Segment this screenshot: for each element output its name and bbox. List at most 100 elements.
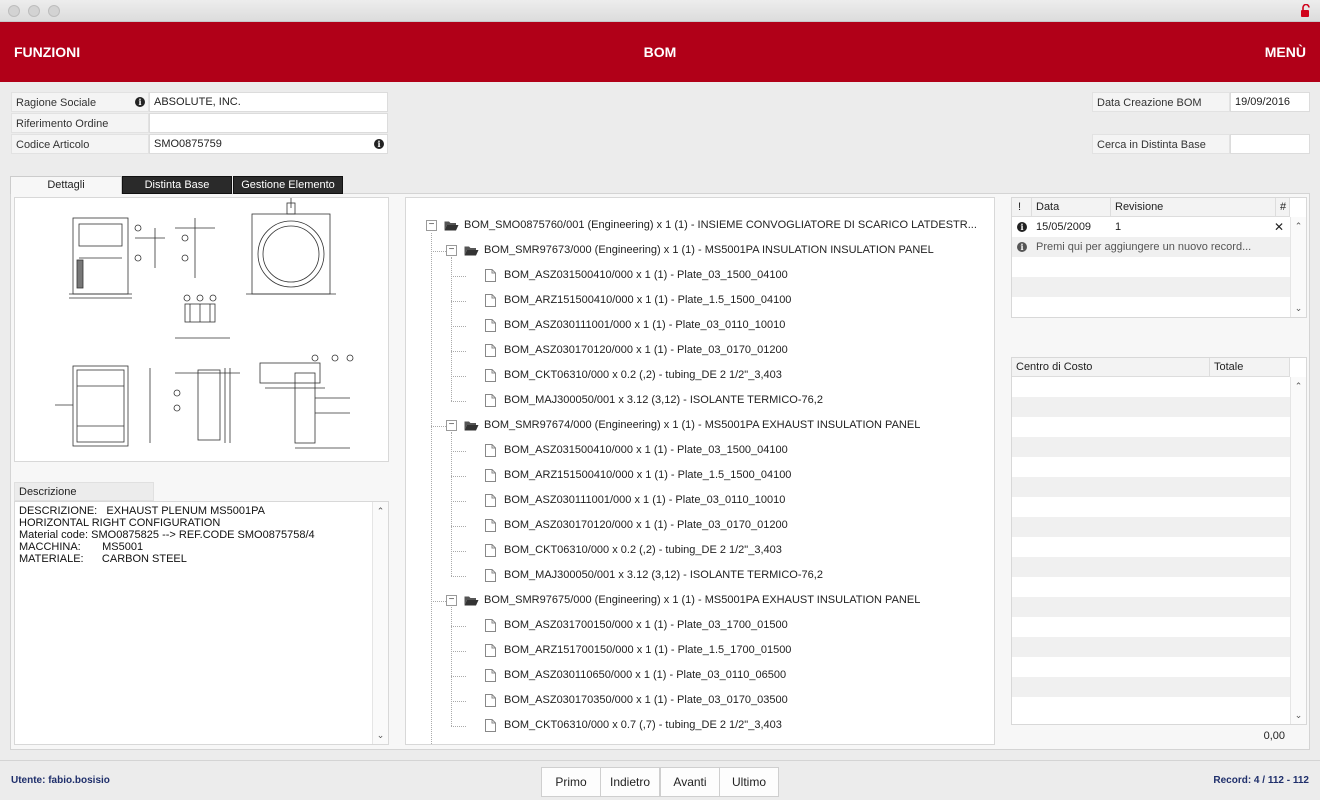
codice-articolo-field[interactable]: SMO0875759 xyxy=(149,134,388,154)
unlocked-icon[interactable] xyxy=(1300,4,1312,18)
revision-date: 15/05/2009 xyxy=(1036,221,1092,233)
empty-row xyxy=(1012,657,1290,677)
tree-node-item[interactable]: BOM_ASZ031700150/000 x 1 (1) - Plate_03_… xyxy=(504,617,788,633)
scroll-up-icon[interactable]: ⌃ xyxy=(1291,379,1306,393)
tree-node-item[interactable]: BOM_CKT06310/000 x 0.2 (,2) - tubing_DE … xyxy=(504,367,782,383)
ultimo-button[interactable]: Ultimo xyxy=(719,767,779,797)
empty-row xyxy=(1012,617,1290,637)
folder-open-icon xyxy=(464,246,479,256)
tree-connector xyxy=(451,401,466,402)
scroll-up-icon[interactable]: ⌃ xyxy=(373,504,388,518)
scroll-down-icon[interactable]: ⌄ xyxy=(1291,708,1306,722)
file-icon xyxy=(485,394,496,407)
file-icon xyxy=(485,319,496,332)
tab-distinta-base[interactable]: Distinta Base xyxy=(122,176,232,194)
riferimento-ordine-field[interactable] xyxy=(149,113,388,133)
scroll-up-icon[interactable]: ⌃ xyxy=(1291,219,1306,233)
close-window-button[interactable] xyxy=(8,5,20,17)
revisions-scrollbar[interactable]: ⌃ ⌄ xyxy=(1290,217,1306,317)
cerca-input[interactable] xyxy=(1230,134,1310,154)
tree-connector xyxy=(451,326,466,327)
descrizione-label: Descrizione xyxy=(14,482,154,501)
empty-row xyxy=(1012,477,1290,497)
primo-button[interactable]: Primo xyxy=(541,767,601,797)
record-counter: Record: 4 / 112 - 112 xyxy=(1213,775,1309,786)
table-row[interactable]: i 15/05/2009 1 ✕ xyxy=(1012,217,1290,237)
tree-node-item[interactable]: BOM_CKT06310/000 x 0.7 (,7) - tubing_DE … xyxy=(504,717,782,733)
column-header-totale[interactable]: Totale xyxy=(1210,358,1290,377)
descrizione-text: DESCRIZIONE: EXHAUST PLENUM MS5001PA HOR… xyxy=(19,505,369,565)
revisions-grid: ! Data Revisione # i 15/05/2009 1 ✕ i Pr… xyxy=(1011,197,1307,318)
tree-node-item[interactable]: BOM_ASZ031500410/000 x 1 (1) - Plate_03_… xyxy=(504,442,788,458)
tree-node-folder[interactable]: BOM_SMR97674/000 (Engineering) x 1 (1) -… xyxy=(484,417,920,433)
empty-row xyxy=(1012,697,1290,717)
descrizione-scrollbar[interactable]: ⌃ ⌄ xyxy=(372,502,388,744)
column-header-data[interactable]: Data xyxy=(1032,198,1111,217)
tab-dettagli[interactable]: Dettagli xyxy=(10,176,122,194)
tree-node-folder[interactable]: BOM_SMR97673/000 (Engineering) x 1 (1) -… xyxy=(484,242,934,258)
empty-row xyxy=(1012,677,1290,697)
data-creazione-field[interactable]: 19/09/2016 xyxy=(1230,92,1310,112)
info-icon: i xyxy=(1017,242,1027,252)
column-header-revisione[interactable]: Revisione xyxy=(1111,198,1276,217)
collapse-toggle[interactable]: − xyxy=(426,220,437,231)
page-title: BOM xyxy=(643,44,677,60)
tree-connector xyxy=(451,451,466,452)
tree-connector xyxy=(451,726,466,727)
descrizione-textarea[interactable]: DESCRIZIONE: EXHAUST PLENUM MS5001PA HOR… xyxy=(14,501,389,745)
scroll-down-icon[interactable]: ⌄ xyxy=(373,728,388,742)
tree-connector xyxy=(451,526,466,527)
tree-node-item[interactable]: BOM_CKT06310/000 x 0.2 (,2) - tubing_DE … xyxy=(504,542,782,558)
tree-node-item[interactable]: BOM_ARZ151700150/000 x 1 (1) - Plate_1.5… xyxy=(504,642,791,658)
zoom-window-button[interactable] xyxy=(48,5,60,17)
info-icon[interactable]: i xyxy=(135,97,145,107)
tree-node-item[interactable]: BOM_ASZ030111001/000 x 1 (1) - Plate_03_… xyxy=(504,317,785,333)
scroll-down-icon[interactable]: ⌄ xyxy=(1291,301,1306,315)
empty-row xyxy=(1012,397,1290,417)
tree-node-item[interactable]: BOM_ASZ030170120/000 x 1 (1) - Plate_03_… xyxy=(504,342,788,358)
tree-connector xyxy=(451,432,452,576)
riferimento-ordine-label: Riferimento Ordine xyxy=(11,113,149,133)
tab-gestione-elemento[interactable]: Gestione Elemento xyxy=(233,176,343,194)
column-header-centro-costo[interactable]: Centro di Costo xyxy=(1012,358,1210,377)
tree-node-item[interactable]: BOM_ASZ030170120/000 x 1 (1) - Plate_03_… xyxy=(504,517,788,533)
costi-scrollbar[interactable]: ⌃ ⌄ xyxy=(1290,377,1306,724)
collapse-toggle[interactable]: − xyxy=(446,420,457,431)
tree-node-folder[interactable]: BOM_SMO0875760/001 (Engineering) x 1 (1)… xyxy=(464,217,977,233)
empty-row xyxy=(1012,517,1290,537)
add-record-row[interactable]: i Premi qui per aggiungere un nuovo reco… xyxy=(1012,237,1290,257)
data-creazione-label: Data Creazione BOM xyxy=(1092,92,1230,112)
tree-node-item[interactable]: BOM_ASZ031500410/000 x 1 (1) - Plate_03_… xyxy=(504,267,788,283)
tree-node-item[interactable]: BOM_ARZ151500410/000 x 1 (1) - Plate_1.5… xyxy=(504,292,791,308)
collapse-toggle[interactable]: − xyxy=(446,245,457,256)
tree-node-item[interactable]: BOM_MAJ300050/001 x 3.12 (3,12) - ISOLAN… xyxy=(504,567,823,583)
collapse-toggle[interactable]: − xyxy=(446,595,457,606)
empty-row xyxy=(1012,437,1290,457)
funzioni-button[interactable]: FUNZIONI xyxy=(14,44,80,60)
empty-row xyxy=(1012,557,1290,577)
empty-row xyxy=(1012,297,1290,317)
tree-node-item[interactable]: BOM_ARZ151500410/000 x 1 (1) - Plate_1.5… xyxy=(504,467,791,483)
avanti-button[interactable]: Avanti xyxy=(660,767,720,797)
file-icon xyxy=(485,269,496,282)
tree-node-item[interactable]: BOM_MAJ300050/001 x 3.12 (3,12) - ISOLAN… xyxy=(504,392,823,408)
menu-button[interactable]: MENÙ xyxy=(1265,44,1306,60)
empty-row xyxy=(1012,257,1290,277)
tree-connector xyxy=(431,251,446,252)
bom-tree[interactable]: − BOM_SMO0875760/001 (Engineering) x 1 (1… xyxy=(405,197,995,745)
minimize-window-button[interactable] xyxy=(28,5,40,17)
empty-row xyxy=(1012,577,1290,597)
tree-node-item[interactable]: BOM_ASZ030170350/000 x 1 (1) - Plate_03_… xyxy=(504,692,788,708)
app-header: BOM FUNZIONI MENÙ xyxy=(0,22,1320,82)
file-icon xyxy=(485,719,496,732)
column-header-flag[interactable]: ! xyxy=(1012,198,1032,217)
indietro-button[interactable]: Indietro xyxy=(600,767,660,797)
tree-node-item[interactable]: BOM_ASZ030110650/000 x 1 (1) - Plate_03_… xyxy=(504,667,786,683)
tree-node-folder[interactable]: BOM_SMR97675/000 (Engineering) x 1 (1) -… xyxy=(484,592,920,608)
tree-connector xyxy=(451,376,466,377)
column-header-count[interactable]: # xyxy=(1276,198,1290,217)
ragione-sociale-field[interactable]: ABSOLUTE, INC. xyxy=(149,92,388,112)
delete-row-icon[interactable]: ✕ xyxy=(1274,217,1284,237)
info-icon[interactable]: i xyxy=(374,139,384,149)
tree-node-item[interactable]: BOM_ASZ030111001/000 x 1 (1) - Plate_03_… xyxy=(504,492,785,508)
